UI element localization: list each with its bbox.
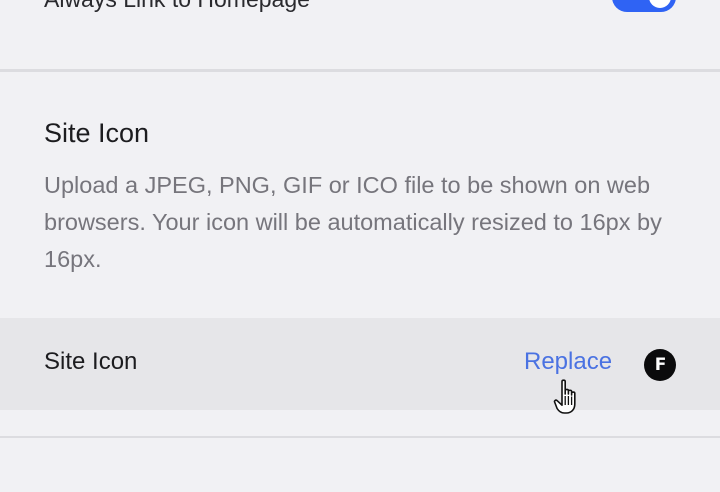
site-favicon-preview: F bbox=[644, 349, 676, 381]
always-link-homepage-label: Always Link to Homepage bbox=[44, 0, 310, 13]
bottom-divider bbox=[0, 436, 720, 438]
section-divider bbox=[0, 69, 720, 72]
site-icon-row-label: Site Icon bbox=[44, 348, 138, 375]
settings-panel: Always Link to Homepage Site Icon Upload… bbox=[0, 0, 720, 492]
toggle-knob bbox=[649, 0, 671, 8]
always-link-homepage-row: Always Link to Homepage bbox=[0, 0, 720, 70]
favicon-letter: F bbox=[654, 354, 667, 375]
site-icon-description: Upload a JPEG, PNG, GIF or ICO file to b… bbox=[44, 172, 662, 272]
hand-pointer-icon bbox=[553, 379, 576, 414]
always-link-homepage-toggle[interactable] bbox=[612, 0, 676, 12]
site-icon-row: Site Icon Replace F bbox=[0, 318, 720, 410]
site-icon-heading: Site Icon bbox=[44, 118, 150, 148]
replace-site-icon-link[interactable]: Replace bbox=[524, 348, 612, 376]
